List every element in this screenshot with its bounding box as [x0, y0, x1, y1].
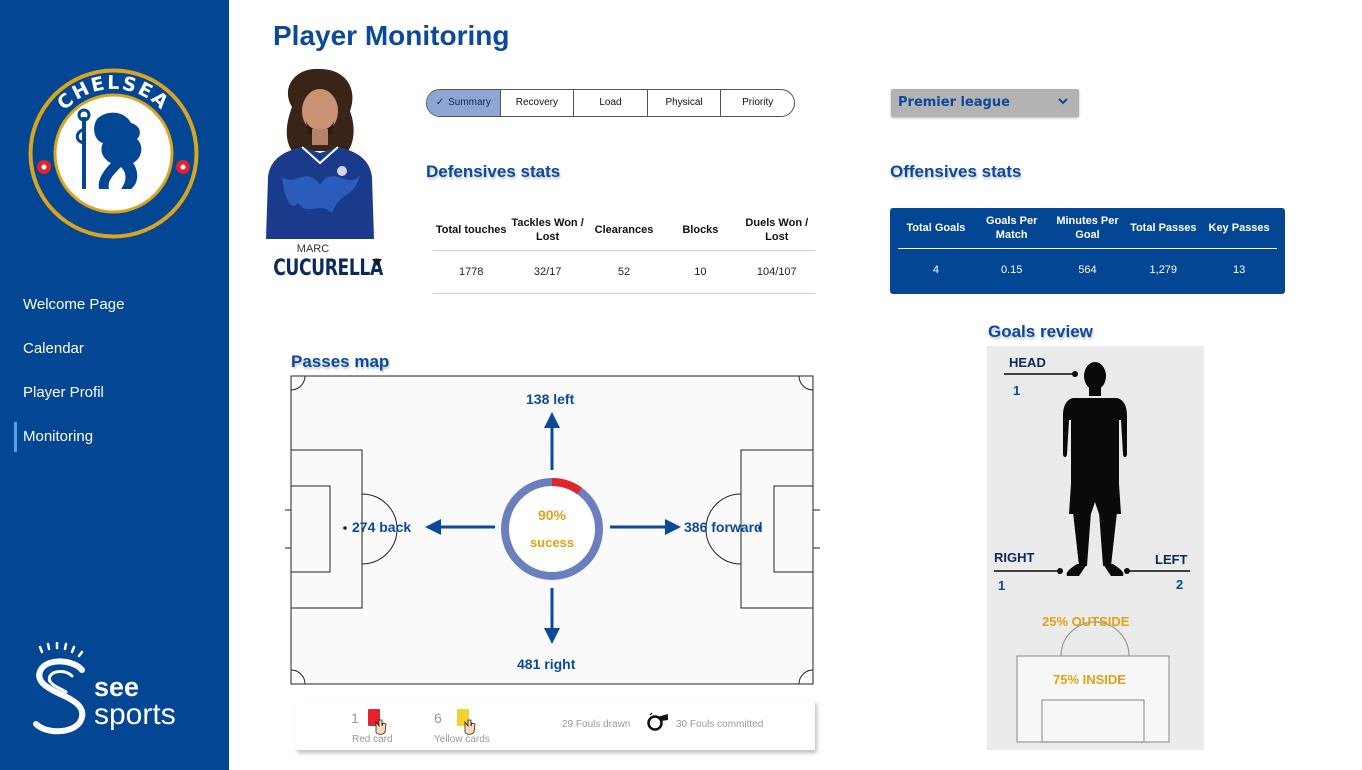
table-header-cell: Key Passes	[1208, 222, 1270, 234]
sidebar-item-player-profil[interactable]: Player Profil	[0, 372, 229, 416]
signal-icon	[38, 641, 84, 658]
sidebar-nav: Welcome Page Calendar Player Profil Moni…	[0, 284, 229, 460]
red-card-icon	[368, 709, 387, 735]
tab-label: Physical	[665, 97, 703, 108]
sidebar-item-label: Player Profil	[23, 384, 104, 401]
tab-summary[interactable]: ✓ Summary	[427, 90, 501, 116]
tab-label: Recovery	[515, 97, 559, 108]
passes-forward-label: 386 forward	[684, 519, 763, 535]
table-cell: 10	[694, 266, 707, 278]
page-title: Player Monitoring	[273, 20, 510, 51]
defensive-stats-title: Defensives stats	[426, 162, 561, 181]
table-header-cell: Blocks	[682, 224, 719, 236]
player-last-name: CUCURELLA	[273, 256, 383, 281]
tab-priority[interactable]: Priority	[721, 90, 794, 116]
pass-success-percent: 90%	[537, 507, 567, 523]
table-header-row: Total Goals Goals Per Match Minutes Per …	[898, 208, 1277, 249]
goals-left-value: 2	[1176, 577, 1184, 592]
league-select[interactable]: Premier league	[891, 89, 1079, 117]
whistle-icon	[647, 712, 668, 731]
fouls-drawn: 29 Fouls drawn	[562, 719, 631, 730]
brand-line2: sports	[94, 698, 176, 731]
sidebar-item-welcome-page[interactable]: Welcome Page	[0, 284, 229, 328]
sidebar-item-label: Calendar	[23, 340, 84, 357]
goals-body-diagram	[994, 362, 1190, 743]
table-header-cell: Total Passes	[1130, 222, 1197, 234]
sidebar-item-label: Welcome Page	[23, 296, 125, 313]
league-select-value: Premier league	[898, 95, 1010, 110]
yellow-card-count: 6	[434, 710, 442, 726]
table-cell: 0.15	[1000, 264, 1023, 276]
success-ring-track	[501, 478, 603, 580]
table-cell: 104/107	[756, 266, 797, 278]
passes-right-label: 481 right	[517, 656, 576, 672]
goals-right-label: RIGHT	[994, 550, 1035, 565]
app-root: CHELSEA FOOTBALL CLUB Welcome Page Calen…	[0, 0, 1362, 770]
fouls-committed: 30 Fouls committed	[676, 719, 764, 730]
check-icon: ✓	[435, 97, 445, 108]
goals-right-value: 1	[998, 578, 1006, 593]
chevron-down-icon	[1058, 98, 1068, 105]
table-header-cell: Total touches	[435, 224, 507, 236]
tab-label: Priority	[742, 97, 774, 108]
table-cell: 564	[1078, 264, 1097, 276]
player-silhouette-icon	[1063, 362, 1127, 576]
table-cell: 4	[932, 264, 939, 276]
table-header-cell: Duels Won / Lost	[745, 217, 809, 243]
goals-head-label: HEAD	[1009, 355, 1046, 370]
monitoring-tabs: ✓ Summary Recovery Load Physical Priority	[426, 89, 795, 117]
goals-inside-percent: 75% INSIDE	[1053, 672, 1126, 687]
table-cell: 13	[1232, 264, 1246, 276]
table-header-cell: Goals Per Match	[986, 215, 1038, 241]
yellow-card-label: Yellow cards	[434, 734, 490, 745]
table-header-cell: Tackles Won / Lost	[511, 217, 584, 243]
chelsea-club-logo[interactable]: CHELSEA FOOTBALL CLUB	[27, 67, 200, 240]
caret-down-icon[interactable]	[370, 256, 384, 268]
player-photo	[266, 68, 374, 239]
pass-success-label: sucess	[529, 535, 575, 550]
table-header-row: Total touches Tackles Won / Lost Clearan…	[433, 210, 815, 251]
sidebar: CHELSEA FOOTBALL CLUB Welcome Page Calen…	[0, 0, 229, 770]
table-header-cell: Clearances	[594, 224, 654, 236]
passes-left-label: 138 left	[526, 391, 575, 407]
goals-review-panel: HEAD 1 RIGHT 1 LEFT 2 25% OUTSIDE 75% IN…	[987, 346, 1204, 750]
table-header-cell: Minutes Per Goal	[1056, 215, 1119, 241]
sidebar-item-calendar[interactable]: Calendar	[0, 328, 229, 372]
table-cell: 52	[617, 266, 631, 278]
table-row: 4 0.15 564 1,279 13	[898, 249, 1277, 291]
goals-head-value: 1	[1013, 383, 1021, 398]
tab-label: Load	[599, 97, 622, 108]
player-first-name: MARC	[296, 243, 330, 255]
offensive-stats-table: Total Goals Goals Per Match Minutes Per …	[890, 208, 1285, 294]
tab-recovery[interactable]: Recovery	[501, 90, 575, 116]
red-card-count: 1	[351, 710, 359, 726]
offensive-stats-title: Offensives stats	[890, 162, 1022, 181]
goals-outside-percent: 25% OUTSIDE	[1042, 614, 1130, 629]
table-cell: 32/17	[533, 266, 562, 278]
table-cell: 1,279	[1149, 264, 1178, 276]
sidebar-item-label: Monitoring	[23, 428, 94, 445]
tab-physical[interactable]: Physical	[648, 90, 722, 116]
red-card-label: Red card	[352, 734, 393, 745]
passes-back-label: 274 back	[352, 519, 412, 535]
defensive-stats-table: Total touches Tackles Won / Lost Clearan…	[433, 210, 815, 294]
see-sports-logo[interactable]: see sports	[30, 640, 200, 740]
yellow-card-icon	[457, 709, 476, 735]
goals-review-title: Goals review	[988, 322, 1093, 341]
table-row: 1778 32/17 52 10 104/107	[433, 251, 815, 294]
tab-load[interactable]: Load	[574, 90, 648, 116]
sidebar-item-monitoring[interactable]: Monitoring	[0, 416, 229, 460]
goals-left-label: LEFT	[1155, 552, 1188, 567]
table-header-cell: Total Goals	[906, 222, 966, 234]
tab-label: Summary	[448, 97, 491, 108]
table-cell: 1778	[458, 266, 484, 278]
discipline-panel: 1 Red card 6 Yellow cards 29 Fouls drawn…	[295, 700, 815, 750]
